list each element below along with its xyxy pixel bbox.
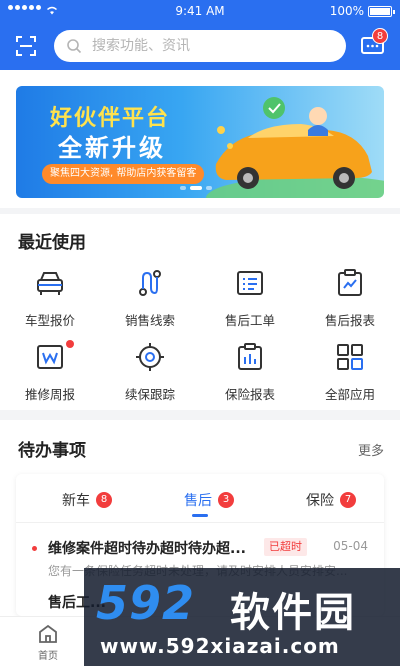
- app-aftersales-report[interactable]: 售后报表: [300, 268, 400, 338]
- battery-icon: [368, 6, 395, 17]
- app-repair-weekly[interactable]: 推修周报: [0, 340, 100, 412]
- tabbar-home[interactable]: 首页: [20, 623, 76, 663]
- status-bar: 9:41 AM 100%: [0, 0, 400, 22]
- message-badge: 8: [372, 28, 388, 44]
- tabbar-home-label: 首页: [38, 651, 58, 662]
- recent-title: 最近使用: [18, 233, 86, 253]
- tab-badge: 7: [340, 492, 356, 508]
- weekly-report-icon: [37, 345, 63, 369]
- app-insurance-report[interactable]: 保险报表: [200, 342, 300, 412]
- watermark-url: www.592xiazai.com: [100, 634, 340, 658]
- todo-item-title[interactable]: 维修案件超时待办超时待办超...: [48, 538, 260, 558]
- tab-badge: 3: [218, 492, 234, 508]
- todo-item-date: 05-04: [333, 539, 368, 553]
- banner-section: 好伙伴平台 全新升级 聚焦四大资源, 帮助店内获客留客: [0, 70, 400, 208]
- tab-label: 保险: [306, 493, 334, 509]
- notification-dot: [66, 340, 74, 348]
- tab-after-sales[interactable]: 售后 3: [184, 484, 234, 516]
- watermark-number: 592: [96, 576, 196, 630]
- search-icon: [67, 39, 82, 54]
- target-icon: [136, 343, 164, 371]
- tab-badge: 8: [96, 492, 112, 508]
- app-label: 续保跟踪: [124, 387, 175, 402]
- watermark-name: 软件园: [230, 590, 356, 636]
- top-header: 9:41 AM 100% 8: [0, 0, 400, 70]
- tab-label: 新车: [62, 493, 90, 509]
- app-all-apps[interactable]: 全部应用: [300, 342, 400, 412]
- banner-subtitle: 聚焦四大资源, 帮助店内获客留客: [42, 164, 205, 184]
- list-icon: [237, 271, 263, 295]
- battery-percent: 100%: [329, 4, 364, 18]
- tab-new-car[interactable]: 新车 8: [62, 484, 112, 516]
- app-aftersales-order[interactable]: 售后工单: [200, 268, 300, 338]
- route-icon: [139, 270, 161, 296]
- home-icon: [39, 624, 57, 643]
- active-tab-indicator: [192, 514, 208, 517]
- app-label: 售后工单: [224, 313, 275, 328]
- tab-insurance[interactable]: 保险 7: [306, 484, 356, 516]
- app-label: 车型报价: [24, 313, 75, 328]
- app-label: 销售线索: [124, 313, 175, 328]
- search-input[interactable]: [92, 36, 332, 56]
- app-label: 售后报表: [324, 313, 375, 328]
- car-icon: [37, 272, 63, 295]
- search-bar[interactable]: [54, 30, 346, 62]
- app-label: 推修周报: [24, 387, 75, 402]
- tab-label: 售后: [184, 493, 212, 509]
- app-label: 全部应用: [324, 387, 375, 402]
- promo-banner[interactable]: 好伙伴平台 全新升级 聚焦四大资源, 帮助店内获客留客: [16, 86, 384, 198]
- unread-dot: [32, 546, 37, 551]
- app-car-quote[interactable]: 车型报价: [0, 268, 100, 338]
- more-link[interactable]: 更多: [358, 440, 384, 459]
- app-renewal-tracking[interactable]: 续保跟踪: [100, 342, 200, 412]
- divider: [16, 522, 384, 523]
- watermark-overlay: 592 软件园 www.592xiazai.com: [84, 568, 400, 666]
- trend-report-icon: [338, 269, 362, 296]
- scan-icon[interactable]: [14, 34, 38, 58]
- app-label: 保险报表: [224, 387, 275, 402]
- todo-title: 待办事项: [18, 441, 86, 461]
- overdue-tag: 已超时: [264, 538, 307, 556]
- banner-pager: [180, 186, 212, 190]
- recent-section: 最近使用 车型报价 销售线索 售后工单 售后报表 推修周报 续保跟踪 保险报表 …: [0, 214, 400, 410]
- app-sales-leads[interactable]: 销售线索: [100, 268, 200, 338]
- apps-icon: [337, 344, 363, 370]
- banner-title-line2: 全新升级: [58, 134, 166, 162]
- bar-report-icon: [238, 343, 262, 370]
